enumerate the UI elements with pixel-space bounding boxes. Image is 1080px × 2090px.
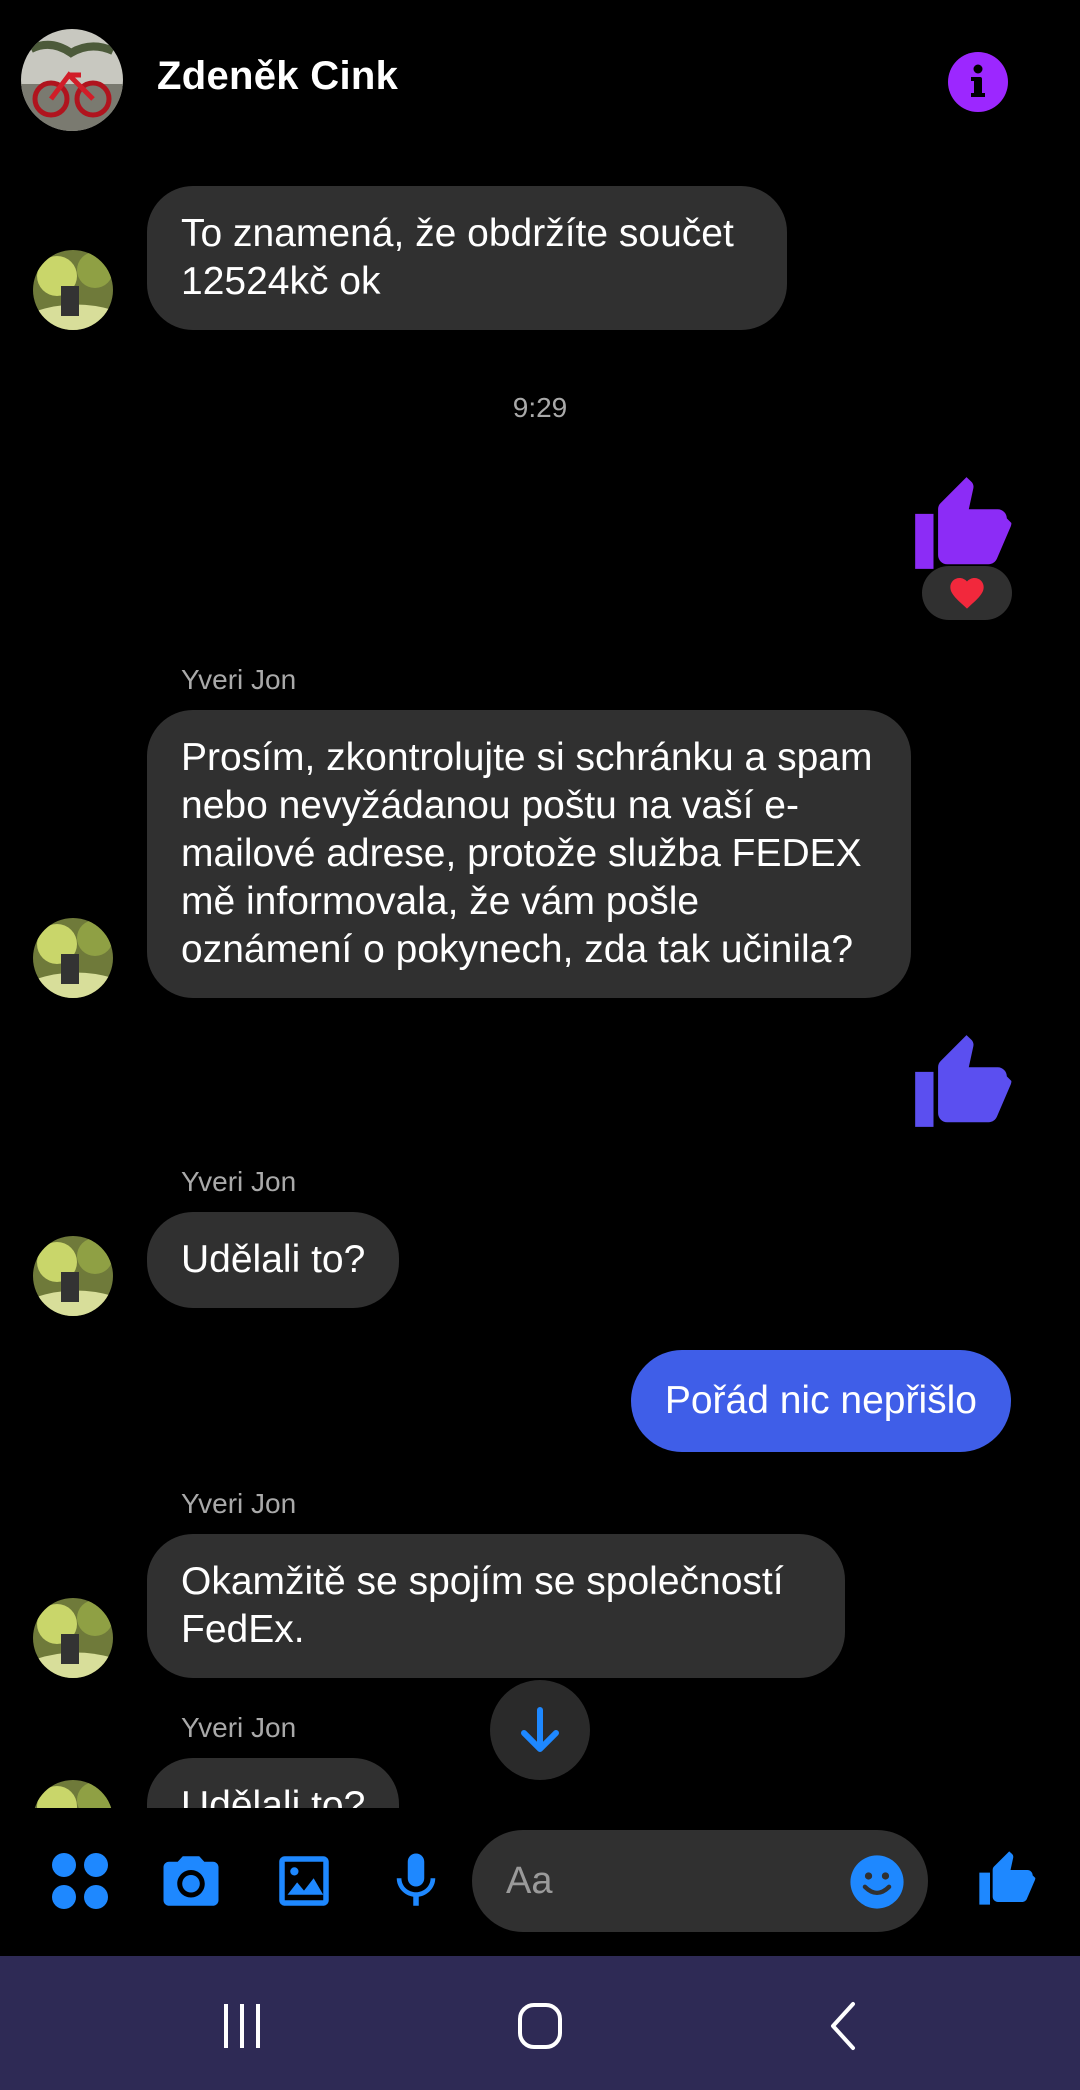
back-icon [831,2002,855,2050]
send-like-button[interactable] [974,1846,1038,1910]
microphone-button[interactable] [383,1848,449,1914]
sender-name: Yveri Jon [181,664,297,695]
gallery-button[interactable] [271,1848,337,1914]
apps-button[interactable] [47,1848,113,1914]
emoji-icon [850,1855,904,1909]
scroll-to-bottom-button[interactable] [490,1680,590,1780]
message-bubble[interactable]: Udělali to? [147,1212,400,1308]
sender-avatar[interactable] [33,1598,113,1678]
system-navigation-bar [0,1956,1080,2090]
thumbs-up-icon [979,1851,1036,1905]
message-bubble[interactable]: Udělali to? [147,1758,400,1808]
back-button[interactable] [815,1996,875,2056]
sender-name: Yveri Jon [181,1712,297,1743]
gallery-icon [279,1856,329,1906]
message-bubble[interactable]: To znamená, že obdržíte součet 12524kč o… [147,186,787,330]
thumbs-up-message[interactable] [906,1026,1016,1136]
reaction-badge[interactable] [922,566,1012,620]
emoji-button[interactable] [848,1853,906,1911]
arrow-down-icon [521,1707,559,1752]
home-button[interactable] [510,1996,570,2056]
microphone-icon [396,1853,436,1906]
contact-avatar[interactable] [21,29,123,131]
sender-avatar[interactable] [33,1780,113,1808]
timestamp: 9:29 [512,392,568,423]
thumbs-up-icon [915,1035,1012,1127]
conversation-header: Zdeněk Cink [0,0,1080,160]
sender-name: Yveri Jon [181,1488,297,1519]
camera-icon [163,1856,219,1906]
thumbs-up-icon [915,477,1012,569]
info-button[interactable] [948,52,1008,112]
message-list[interactable]: To znamená, že obdržíte součet 12524kč o… [0,140,1080,1808]
message-bubble[interactable]: Okamžitě se spojím se společností FedEx. [147,1534,845,1678]
outgoing-message-bubble[interactable]: Pořád nic nepřišlo [630,1350,1011,1452]
sender-avatar[interactable] [33,918,113,998]
thumbs-up-message[interactable] [906,468,1016,578]
home-icon [518,2003,562,2049]
message-bubble[interactable]: Prosím, zkontrolujte si schránku a spam … [147,710,911,998]
contact-name[interactable]: Zdeněk Cink [157,54,398,99]
sender-avatar[interactable] [33,1236,113,1316]
recent-apps-button[interactable] [212,1996,272,2056]
heart-icon [950,578,984,609]
sender-avatar[interactable] [33,250,113,330]
info-icon [971,64,985,97]
apps-icon [52,1853,108,1909]
sender-name: Yveri Jon [181,1166,297,1197]
camera-button[interactable] [158,1848,224,1914]
recent-apps-icon [224,2004,260,2048]
